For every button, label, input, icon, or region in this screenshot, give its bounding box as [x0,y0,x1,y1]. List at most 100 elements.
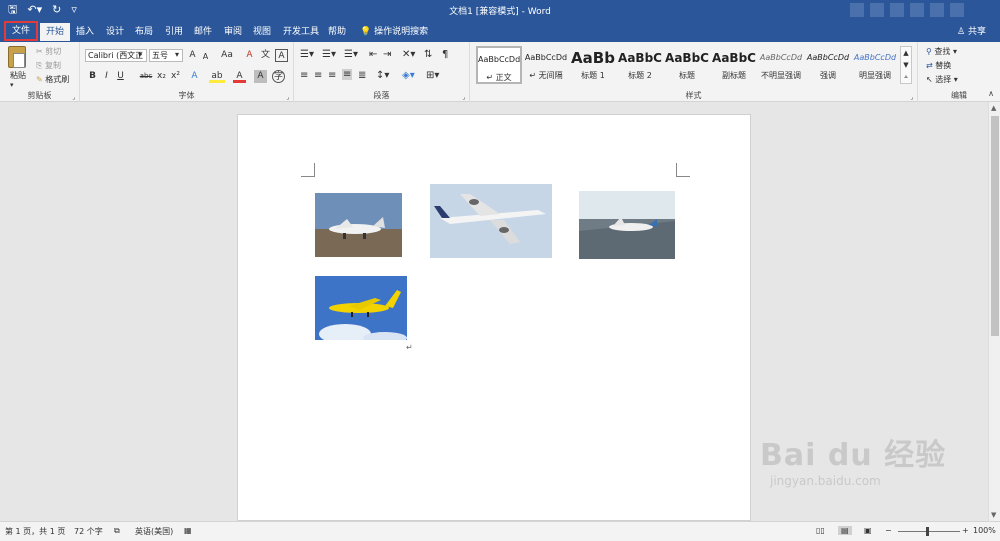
style-intense-emphasis[interactable]: AaBbCcDd 明显强调 [852,46,898,84]
margin-corner-top-right [676,163,690,177]
style-title[interactable]: AaBbC 标题 [664,46,710,84]
tab-view[interactable]: 视图 [247,23,277,41]
cut-button[interactable]: ✂ 剪切 [36,46,61,57]
page-count[interactable]: 第 1 页，共 1 页 [5,526,65,537]
tab-review[interactable]: 审阅 [218,23,248,41]
shrink-font-icon[interactable]: A [199,50,212,63]
airplane-image-4[interactable] [315,276,407,340]
style-no-spacing[interactable]: AaBbCcDd ↵ 无间隔 [523,46,569,84]
phonetic-guide-icon[interactable]: 文 [259,49,272,62]
tab-home[interactable]: 开始 [40,23,71,41]
scroll-thumb[interactable] [991,116,999,336]
line-spacing-icon[interactable]: ↕▾ [376,70,389,81]
watermark-url: jingyan.baidu.com [770,474,881,488]
distributed-icon[interactable]: ≣ [358,70,366,81]
sort-icon[interactable]: ⇅ [424,49,432,60]
align-left-icon[interactable]: ≡ [300,70,308,81]
share-button[interactable]: ♙ 共享 [957,23,986,41]
superscript-button[interactable]: x² [169,70,182,83]
bold-button[interactable]: B [86,70,99,83]
zoom-slider-thumb[interactable] [926,527,929,536]
font-color-icon[interactable]: A [233,70,246,83]
shading-icon[interactable]: ◈▾ [402,70,415,81]
paste-icon[interactable] [8,46,26,68]
scroll-down-icon[interactable]: ▼ [991,511,996,519]
numbering-icon[interactable]: ☰▾ [322,49,336,60]
tab-insert[interactable]: 插入 [70,23,100,41]
clear-format-icon[interactable]: A [243,49,256,62]
select-button[interactable]: ↖ 选择 ▾ [926,74,958,85]
highlight-color-icon[interactable]: ab [209,70,225,83]
font-size-dropdown-icon[interactable]: ▾ [175,50,179,59]
font-name-dropdown-icon[interactable]: ▾ [138,50,142,59]
format-painter-button[interactable]: ✎ 格式刷 [36,74,69,85]
styles-scroll-control[interactable]: ▲ ▼ ⩡ [900,46,912,84]
paste-button[interactable]: 粘贴 [10,70,26,81]
tab-help[interactable]: 帮助 [322,23,352,41]
lightbulb-icon: 💡 [360,27,372,37]
tab-mailings[interactable]: 邮件 [188,23,218,41]
align-right-icon[interactable]: ≡ [328,70,336,81]
airplane-image-3[interactable] [579,191,675,259]
style-emphasis[interactable]: AaBbCcDd 强调 [805,46,851,84]
change-case-icon[interactable]: Aa [218,49,236,62]
style-normal[interactable]: AaBbCcDd ↵ 正文 [476,46,522,84]
print-layout-icon[interactable]: ▤ [838,526,852,535]
tab-references[interactable]: 引用 [159,23,189,41]
justify-icon[interactable]: ≡ [342,69,353,80]
clipboard-group: 粘贴 ▾ ✂ 剪切 ⎘ 复制 ✎ 格式刷 剪贴板 ⌟ [0,42,80,102]
zoom-slider-track[interactable] [898,531,960,532]
zoom-level[interactable]: 100% [973,526,996,535]
multilevel-list-icon[interactable]: ☰▾ [344,49,358,60]
vertical-scrollbar[interactable]: ▲ ▼ [988,102,1000,521]
chinese-layout-icon[interactable]: ✕▾ [402,49,415,60]
replace-button[interactable]: ⇄ 替换 [926,60,951,71]
align-center-icon[interactable]: ≡ [314,70,322,81]
style-heading-2[interactable]: AaBbC 标题 2 [617,46,663,84]
tab-layout[interactable]: 布局 [129,23,159,41]
tab-file[interactable]: 文件 [4,21,39,41]
grow-font-icon[interactable]: A [186,49,199,62]
style-heading-1[interactable]: AaBb 标题 1 [570,46,616,84]
bullets-icon[interactable]: ☰▾ [300,49,314,60]
subscript-button[interactable]: x₂ [155,70,168,83]
macro-record-icon[interactable]: ▦ [184,526,192,535]
paragraph-launcher-icon[interactable]: ⌟ [462,94,465,101]
collapse-ribbon-icon[interactable]: ∧ [988,89,994,98]
font-launcher-icon[interactable]: ⌟ [286,94,289,101]
enclose-characters-icon[interactable]: 字 [272,70,285,83]
style-subtitle[interactable]: AaBbC 副标题 [711,46,757,84]
copy-button[interactable]: ⎘ 复制 [36,60,61,71]
borders-icon[interactable]: ⊞▾ [426,70,439,81]
word-count[interactable]: 72 个字 [74,526,103,537]
proofing-icon[interactable]: ⧉ [114,526,120,536]
italic-button[interactable]: I [100,70,113,83]
find-button[interactable]: ⚲ 查找 ▾ [926,46,957,57]
decrease-indent-icon[interactable]: ⇤ [369,49,377,60]
clipboard-launcher-icon[interactable]: ⌟ [72,94,75,101]
scroll-up-icon[interactable]: ▲ [991,104,996,112]
airplane-image-2[interactable] [430,184,552,258]
styles-launcher-icon[interactable]: ⌟ [910,94,913,101]
text-effects-icon[interactable]: A [188,70,201,83]
copy-icon: ⎘ [36,61,45,70]
zoom-out-button[interactable]: − [885,526,892,535]
style-subtle-emphasis[interactable]: AaBbCcDd 不明显强调 [758,46,804,84]
zoom-in-button[interactable]: + [962,526,969,535]
language-indicator[interactable]: 英语(美国) [135,526,173,537]
document-page[interactable]: ↵ [237,114,751,521]
paste-dropdown-icon[interactable]: ▾ [10,81,14,89]
read-mode-icon[interactable]: ▯▯ [816,526,825,535]
character-border-icon[interactable]: A [275,49,288,62]
increase-indent-icon[interactable]: ⇥ [383,49,391,60]
tab-developer[interactable]: 开发工具 [277,23,325,41]
web-layout-icon[interactable]: ▣ [864,526,872,535]
strikethrough-button[interactable]: abc [138,70,154,83]
show-marks-icon[interactable]: ¶ [442,49,448,60]
airplane-image-1[interactable] [315,193,402,257]
tab-design[interactable]: 设计 [100,23,130,41]
underline-button[interactable]: U [114,70,127,83]
character-shading-icon[interactable]: A [254,70,267,83]
status-bar: 第 1 页，共 1 页 72 个字 ⧉ 英语(美国) ▦ ▯▯ ▤ ▣ − + … [0,521,1000,541]
tell-me-search[interactable]: 💡 操作说明搜索 [360,23,428,41]
